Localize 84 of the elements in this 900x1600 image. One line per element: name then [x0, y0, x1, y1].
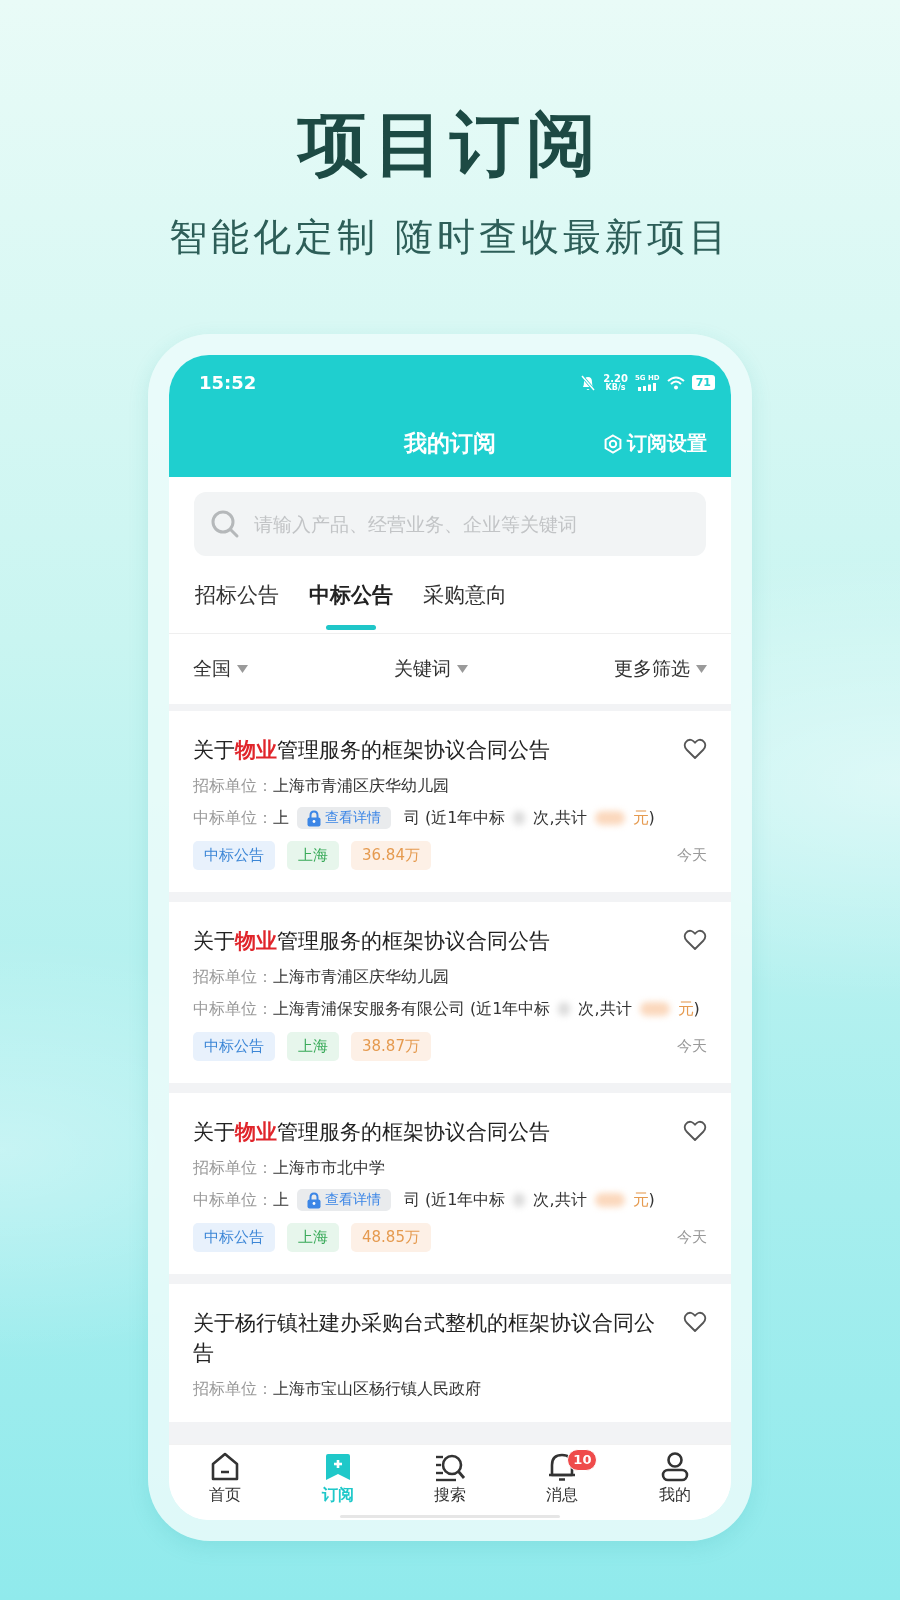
stats-text: (近1年中标 — [425, 1189, 506, 1211]
card-title: 关于物业管理服务的框架协议合同公告 — [193, 1119, 550, 1146]
tag: 中标公告 — [193, 841, 275, 870]
battery-level: 71 — [691, 375, 715, 390]
currency-text: 元 — [632, 1189, 649, 1211]
tag: 上海 — [287, 1032, 339, 1061]
filter-dropdown[interactable]: 全国 — [193, 656, 248, 682]
field-value: 司 — [404, 1189, 420, 1211]
field-label: 中标单位： — [193, 998, 273, 1020]
blurred-number — [594, 1193, 625, 1207]
field-label: 招标单位： — [193, 967, 273, 986]
tag: 上海 — [287, 1223, 339, 1252]
stats-text: ) — [648, 807, 655, 829]
settings-icon — [603, 433, 623, 454]
result-card[interactable]: 关于物业管理服务的框架协议合同公告 招标单位：上海市青浦区庆华幼儿园 中标单位：上 查看详情 司 (近1年中标 次,共计 元) 中标公告 上海 36.84万 今天 — [169, 711, 731, 892]
nav-tab[interactable]: 首页 — [190, 1451, 261, 1506]
lock-icon — [307, 1191, 321, 1209]
blurred-number — [558, 1002, 571, 1016]
wifi-icon — [666, 375, 685, 390]
network-speed: 2.20 — [603, 373, 628, 383]
tag: 中标公告 — [193, 1032, 275, 1061]
card-date: 今天 — [677, 1037, 707, 1056]
field-value: 司 — [404, 807, 420, 829]
field-label: 招标单位： — [193, 1158, 273, 1177]
field-label: 中标单位： — [193, 807, 273, 829]
field-value: 上 — [273, 1189, 289, 1211]
caret-down-icon — [457, 665, 468, 673]
tab[interactable]: 招标公告 — [195, 556, 279, 633]
card-title: 关于物业管理服务的框架协议合同公告 — [193, 737, 550, 764]
blurred-number — [639, 1002, 670, 1016]
nav-tab[interactable]: 搜索 — [414, 1451, 485, 1506]
tag: 中标公告 — [193, 1223, 275, 1252]
card-title: 关于杨行镇社建办采购台式整机的框架协议合同公告 — [193, 1310, 656, 1367]
field-label: 中标单位： — [193, 1189, 273, 1211]
status-time: 15:52 — [199, 372, 257, 393]
currency-text: 元 — [632, 807, 649, 829]
tag: 36.84万 — [351, 841, 431, 870]
signal-icon — [638, 383, 657, 391]
tag: 38.87万 — [351, 1032, 431, 1061]
result-card[interactable]: 关于物业管理服务的框架协议合同公告 招标单位：上海市市北中学 中标单位：上 查看详情 司 (近1年中标 次,共计 元) 中标公告 上海 48.85万 今天 — [169, 1093, 731, 1274]
stats-text: 次,共计 — [533, 1189, 587, 1211]
result-card[interactable]: 关于物业管理服务的框架协议合同公告 招标单位：上海市青浦区庆华幼儿园 中标单位：上海青浦保安服务有限公司 (近1年中标 次,共计 元) 中标公告 上海 38.87万 今天 — [169, 902, 731, 1083]
caret-down-icon — [696, 665, 707, 673]
stats-text: (近1年中标 — [470, 998, 551, 1020]
field-value: 上 — [273, 807, 289, 829]
bell-muted-icon — [580, 373, 597, 392]
notification-badge: 10 — [567, 1449, 598, 1471]
tab[interactable]: 采购意向 — [423, 556, 507, 633]
blurred-number — [513, 1193, 526, 1207]
stats-text: ) — [648, 1189, 655, 1211]
stats-text: ) — [693, 998, 700, 1020]
nav-tab[interactable]: 我的 — [639, 1451, 710, 1506]
screen-title: 我的订阅 — [404, 429, 496, 458]
filter-dropdown[interactable]: 关键词 — [394, 656, 468, 682]
stats-text: (近1年中标 — [425, 807, 506, 829]
card-title: 关于物业管理服务的框架协议合同公告 — [193, 928, 550, 955]
field-value: 上海青浦保安服务有限公司 — [273, 998, 465, 1020]
stats-text: 次,共计 — [533, 807, 587, 829]
page-title: 项目订阅 — [298, 104, 602, 184]
card-date: 今天 — [677, 846, 707, 865]
heart-icon[interactable] — [683, 929, 707, 951]
field-value: 上海市宝山区杨行镇人民政府 — [273, 1379, 481, 1398]
field-value: 上海市市北中学 — [273, 1158, 385, 1177]
card-date: 今天 — [677, 1228, 707, 1247]
heart-icon[interactable] — [683, 738, 707, 760]
page-subtitle: 智能化定制 随时查收最新项目 — [168, 214, 732, 260]
heart-icon[interactable] — [683, 1311, 707, 1333]
stats-text: 次,共计 — [578, 998, 632, 1020]
field-value: 上海市青浦区庆华幼儿园 — [273, 776, 449, 795]
tab[interactable]: 中标公告 — [309, 556, 393, 633]
caret-down-icon — [237, 665, 248, 673]
speed-unit: KB/s — [605, 382, 626, 392]
heart-icon[interactable] — [683, 1120, 707, 1142]
tag: 上海 — [287, 841, 339, 870]
field-label: 招标单位： — [193, 1379, 273, 1398]
lock-icon — [307, 809, 321, 827]
currency-text: 元 — [677, 998, 694, 1020]
filter-dropdown[interactable]: 更多筛选 — [614, 656, 707, 682]
blurred-number — [513, 811, 526, 825]
field-value: 上海市青浦区庆华幼儿园 — [273, 967, 449, 986]
tag: 48.85万 — [351, 1223, 431, 1252]
result-card[interactable]: 关于杨行镇社建办采购台式整机的框架协议合同公告 招标单位：上海市宝山区杨行镇人民政府 — [169, 1284, 731, 1422]
blurred-number — [594, 811, 625, 825]
field-label: 招标单位： — [193, 776, 273, 795]
